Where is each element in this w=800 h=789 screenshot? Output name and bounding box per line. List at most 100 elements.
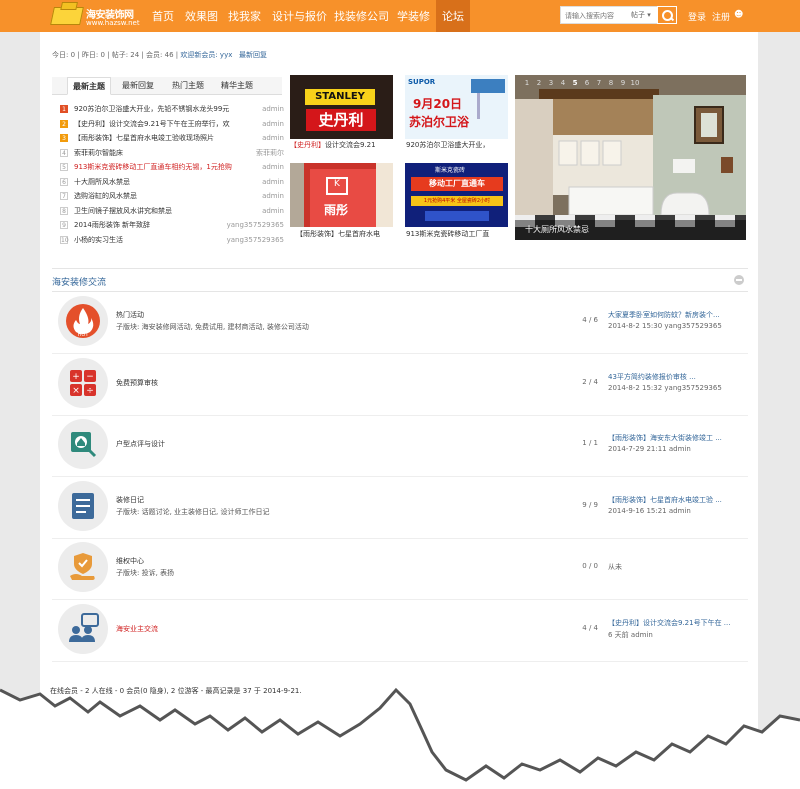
thread-author[interactable]: admin (262, 160, 284, 174)
forum-row[interactable]: 装修日记 子版块: 话题讨论, 业主装修日记, 设计师工作日记 9 / 9 【雨彤装饰… (52, 477, 748, 539)
forum-row[interactable]: 海安业主交流 4 / 4 【史丹利】设计交流会9.21号下午在 ... 6 天前 ad… (52, 600, 748, 662)
slider-page-10[interactable]: 10 (629, 79, 641, 87)
users-chat-icon[interactable] (58, 603, 108, 654)
slider-page-1[interactable]: 1 (521, 79, 533, 87)
thread-author[interactable]: yang357529365 (227, 218, 284, 232)
forum-name[interactable]: 户型点评与设计 (116, 439, 165, 449)
forum-subforums[interactable]: 子版块: 投诉, 表扬 (116, 568, 174, 578)
thread-author[interactable]: admin (262, 102, 284, 116)
thread-author[interactable]: yang357529365 (227, 233, 284, 247)
tab-latest-replies[interactable]: 最新回复 (117, 77, 159, 95)
simike-ad-caption[interactable]: 913斯米克瓷砖移动工厂直 (406, 229, 489, 239)
nav-find-my-home[interactable]: 找我家 (228, 0, 261, 32)
thread-title[interactable]: 【史丹利】设计交流会9.21号下午在王府举行，欢 (74, 117, 244, 131)
thread-row[interactable]: 4 索菲莉尔智能床 索菲莉尔 (60, 146, 284, 161)
nav-effect-pictures[interactable]: 效果图 (185, 0, 218, 32)
slider-page-4[interactable]: 4 (557, 79, 569, 87)
forum-last-post-title[interactable]: 【雨彤装饰】七星首府水电竣工验 ... (608, 495, 736, 505)
nav-design-quote[interactable]: 设计与报价 (272, 0, 327, 32)
thread-row[interactable]: 10 小杨的实习生活 yang357529365 (60, 233, 284, 248)
featured-slider[interactable]: 1 2 3 4 5 6 7 8 9 10 十大厕所风水禁忌 (515, 75, 746, 240)
thread-row[interactable]: 7 选购浴缸的风水禁忌 admin (60, 189, 284, 204)
user-icon[interactable]: ☻ (734, 10, 743, 20)
thread-title[interactable]: 十大厕所风水禁忌 (74, 175, 244, 189)
forum-last-post-title[interactable]: 43平方简约装修报价审核 ... (608, 372, 736, 382)
forum-last-post-title[interactable]: 【雨彤装饰】海安东大街装修竣工 ... (608, 433, 736, 443)
thread-author[interactable]: admin (262, 189, 284, 203)
collapse-icon[interactable] (734, 275, 744, 285)
thread-author[interactable]: admin (262, 117, 284, 131)
forum-row[interactable]: 户型点评与设计 1 / 1 【雨彤装饰】海安东大街装修竣工 ... 2014-7-29… (52, 415, 748, 477)
search-button[interactable] (657, 6, 677, 24)
tab-latest-topics[interactable]: 最新主题 (67, 77, 111, 95)
yutong-ad-caption[interactable]: 【雨彤装饰】七星首府水电 (296, 229, 380, 239)
forum-row[interactable]: 维权中心 子版块: 投诉, 表扬 0 / 0 从未 (52, 538, 748, 600)
thread-row[interactable]: 1 920苏泊尔卫浴盛大开业，先铅不锈钢水龙头99元 admin (60, 102, 284, 117)
forum-name[interactable]: 海安业主交流 (116, 624, 158, 634)
thread-row[interactable]: 5 913斯米克瓷砖移动工厂直通车相约无锡，1元抢购 admin (60, 160, 284, 175)
login-link[interactable]: 登录 (688, 10, 706, 23)
thread-author[interactable]: admin (262, 175, 284, 189)
forum-name[interactable]: 热门活动 (116, 310, 144, 320)
thread-title[interactable]: 索菲莉尔智能床 (74, 146, 244, 160)
hot-flame-icon[interactable]: HOT (58, 296, 108, 346)
nav-learn-decoration[interactable]: 学装修 (397, 0, 430, 32)
floorplan-magnifier-icon[interactable] (58, 419, 108, 469)
forum-row[interactable]: HOT 热门活动子版块: 海安装修网活动, 免费试用, 建材商活动, 装修公司活动… (52, 292, 748, 354)
slider-page-3[interactable]: 3 (545, 79, 557, 87)
thread-title[interactable]: 【雨彤装饰】七星首府水电竣工验收现场照片 (74, 131, 244, 145)
nav-home[interactable]: 首页 (152, 0, 174, 32)
forum-subforums[interactable]: 子版块: 海安装修网活动, 免费试用, 建材商活动, 装修公司活动 (116, 322, 309, 332)
stanley-ad-caption[interactable]: 【史丹利】设计交流会9.21 (290, 140, 376, 150)
tab-hot-topics[interactable]: 热门主题 (167, 77, 209, 95)
slider-page-9[interactable]: 9 (617, 79, 629, 87)
forum-row[interactable]: + − × ÷ 免费预算审核 2 / 4 43平方简约装修报价审核 ... 2014-8-2 … (52, 354, 748, 416)
thread-title[interactable]: 2014雨彤装饰 新年致辞 (74, 218, 244, 232)
forum-last-post-title[interactable]: 【史丹利】设计交流会9.21号下午在 ... (608, 618, 736, 628)
thread-title[interactable]: 920苏泊尔卫浴盛大开业，先铅不锈钢水龙头99元 (74, 102, 244, 116)
nav-find-company[interactable]: 找装修公司 (334, 0, 389, 32)
thread-author[interactable]: admin (262, 131, 284, 145)
thread-row[interactable]: 2 【史丹利】设计交流会9.21号下午在王府举行，欢 admin (60, 117, 284, 132)
forum-name[interactable]: 装修日记 (116, 495, 144, 505)
search-input[interactable] (565, 9, 623, 22)
yutong-ad-image[interactable]: K 雨彤 (290, 163, 393, 227)
forum-name[interactable]: 免费预算审核 (116, 378, 158, 388)
shield-hand-icon[interactable] (58, 542, 108, 592)
thread-author[interactable]: admin (262, 204, 284, 218)
latest-reply-link[interactable]: 最新回复 (239, 51, 267, 59)
tab-featured-topics[interactable]: 精华主题 (216, 77, 258, 95)
slider-caption[interactable]: 十大厕所风水禁忌 (515, 220, 746, 240)
thread-title[interactable]: 小杨的实习生活 (74, 233, 244, 247)
thread-row[interactable]: 6 十大厕所风水禁忌 admin (60, 175, 284, 190)
slider-page-7[interactable]: 7 (593, 79, 605, 87)
section-title[interactable]: 海安装修交流 (52, 275, 106, 288)
supor-ad-caption[interactable]: 920苏泊尔卫浴盛大开业， (406, 140, 489, 150)
supor-ad-image[interactable]: SUPOR 9月20日 苏泊尔卫浴 (405, 75, 508, 139)
thread-rank: 4 (60, 148, 68, 157)
thread-title[interactable]: 913斯米克瓷砖移动工厂直通车相约无锡，1元抢购 (74, 160, 244, 174)
thread-author[interactable]: 索菲莉尔 (256, 146, 284, 160)
thread-title[interactable]: 卫生间镜子摆放风水讲究和禁忌 (74, 204, 244, 218)
register-link[interactable]: 注册 (712, 10, 730, 23)
simike-ad-image[interactable]: 斯米克瓷砖 移动工厂直通车 1元抢购4平米 全屋瓷砖2小时 (405, 163, 508, 227)
calculator-icon[interactable]: + − × ÷ (58, 357, 108, 408)
thread-row[interactable]: 8 卫生间镜子摆放风水讲究和禁忌 admin (60, 204, 284, 219)
diary-list-icon[interactable] (58, 480, 108, 531)
stanley-ad-image[interactable]: STANLEY 史丹利 (290, 75, 393, 139)
new-member-link[interactable]: 欢迎新会员: yyx (180, 51, 232, 59)
site-logo[interactable]: 海安装饰网 www.hazsw.net (50, 3, 142, 29)
slider-page-2[interactable]: 2 (533, 79, 545, 87)
slider-page-6[interactable]: 6 (581, 79, 593, 87)
forum-last-post-title[interactable]: 从未 (608, 562, 736, 572)
nav-forum[interactable]: 论坛 (436, 0, 470, 32)
search-type-select[interactable]: 帖子 ▾ (631, 10, 651, 20)
slider-page-5[interactable]: 5 (569, 79, 581, 87)
thread-title[interactable]: 选购浴缸的风水禁忌 (74, 189, 244, 203)
thread-row[interactable]: 9 2014雨彤装饰 新年致辞 yang357529365 (60, 218, 284, 233)
forum-last-post-title[interactable]: 大家夏季卧室如何防蚊？新房装个... (608, 310, 736, 320)
slider-page-8[interactable]: 8 (605, 79, 617, 87)
forum-subforums[interactable]: 子版块: 话题讨论, 业主装修日记, 设计师工作日记 (116, 507, 269, 517)
forum-name[interactable]: 维权中心 (116, 556, 144, 566)
thread-row[interactable]: 3 【雨彤装饰】七星首府水电竣工验收现场照片 admin (60, 131, 284, 146)
